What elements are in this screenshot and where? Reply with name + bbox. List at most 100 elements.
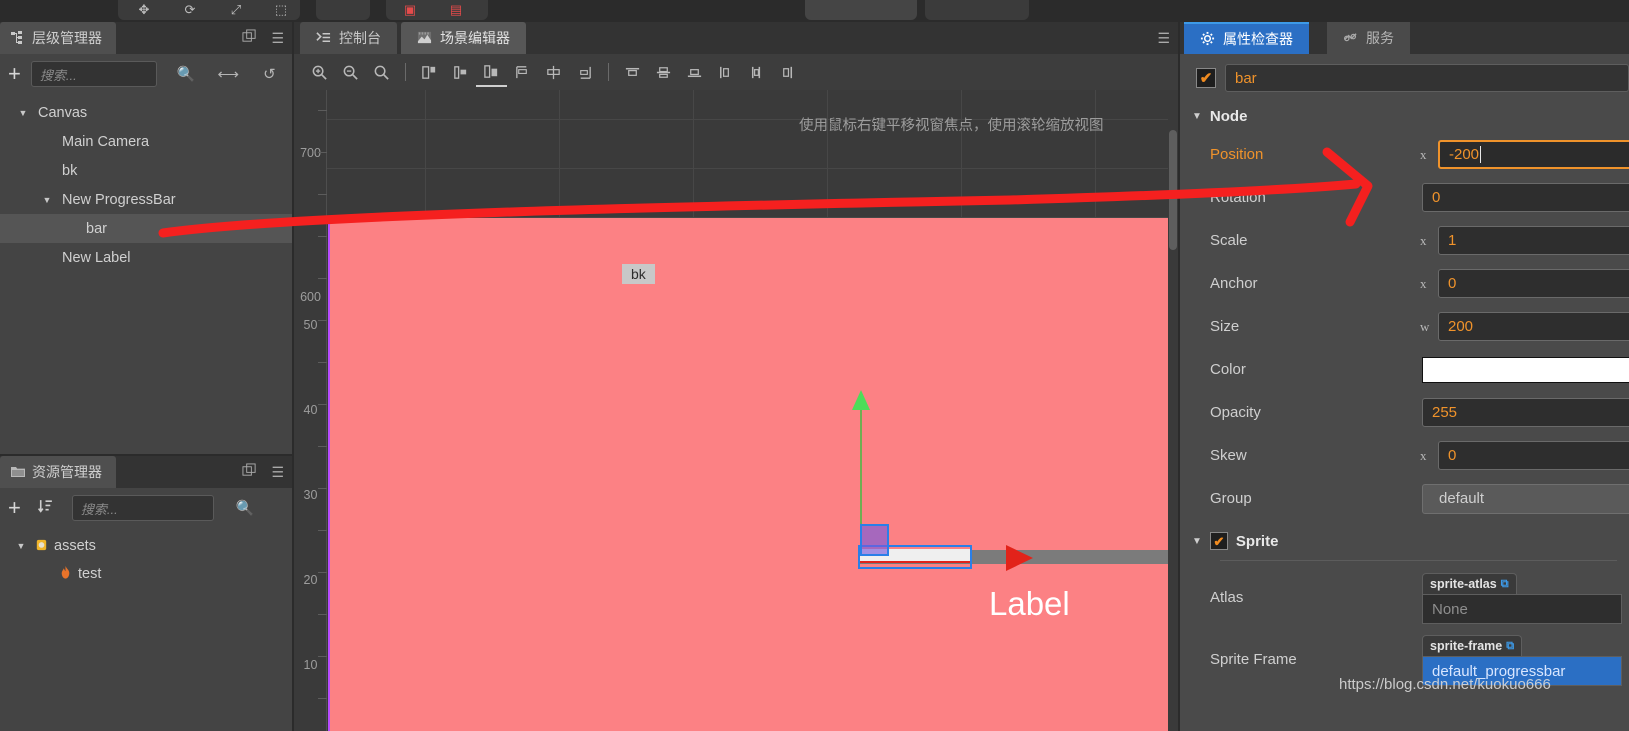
- group-select[interactable]: default: [1422, 483, 1629, 514]
- ruler-tick: [318, 236, 327, 237]
- chevron-down-icon[interactable]: ▼: [40, 195, 54, 205]
- scrollbar-thumb[interactable]: [1169, 130, 1177, 250]
- move-tool-icon[interactable]: ✥: [139, 3, 150, 16]
- viewport-scrollbar[interactable]: [1168, 90, 1178, 731]
- refresh-icon[interactable]: ↺: [263, 65, 276, 83]
- align-left-icon[interactable]: [414, 57, 445, 87]
- tab-console[interactable]: 控制台: [300, 22, 397, 54]
- transform-tool-group[interactable]: ✥ ⟳ ⤢ ⬚: [118, 0, 300, 20]
- property-label: Rotation: [1210, 189, 1266, 206]
- align-bottom-icon[interactable]: [569, 57, 600, 87]
- popout-icon[interactable]: [242, 29, 257, 47]
- asset-picker[interactable]: sprite-atlas ⧉ None: [1422, 573, 1622, 624]
- tab-scene[interactable]: 场景编辑器: [401, 22, 526, 54]
- align-center-h-icon[interactable]: [445, 57, 476, 87]
- hierarchy-search-input[interactable]: 搜索...: [30, 61, 157, 87]
- color-swatch[interactable]: [1422, 356, 1629, 383]
- hierarchy-item-new-label[interactable]: ▼New Label: [0, 243, 292, 272]
- expand-icon[interactable]: ⟷: [218, 65, 240, 83]
- tab-inspector[interactable]: 属性检查器: [1184, 22, 1309, 54]
- property-input[interactable]: 0: [1438, 269, 1629, 298]
- build-button[interactable]: [925, 0, 1029, 20]
- add-asset-button[interactable]: +: [8, 497, 21, 519]
- search-icon[interactable]: 🔍: [236, 499, 255, 517]
- hierarchy-item-canvas[interactable]: ▼ Canvas: [0, 98, 292, 127]
- scale-tool-icon[interactable]: ⤢: [231, 3, 241, 16]
- menu-icon[interactable]: ☰: [271, 30, 284, 47]
- hierarchy-item-bar[interactable]: ▼bar: [0, 214, 292, 243]
- gizmo-move-handle[interactable]: [860, 524, 889, 556]
- align-top-icon[interactable]: [507, 57, 538, 87]
- property-value: 0: [1448, 275, 1457, 292]
- menu-icon[interactable]: ☰: [271, 464, 284, 481]
- property-input[interactable]: 0: [1438, 441, 1629, 470]
- asset-item-assets[interactable]: ▼ assets: [0, 532, 292, 560]
- node-enabled-checkbox[interactable]: ✔: [1196, 68, 1216, 88]
- distribute-bottom-icon[interactable]: [679, 57, 710, 87]
- property-value: 0: [1432, 189, 1441, 206]
- sprite-enabled-checkbox[interactable]: ✔: [1209, 532, 1228, 550]
- open-asset-icon[interactable]: ⧉: [1501, 578, 1509, 591]
- rect-tool-icon[interactable]: ⬚: [275, 3, 287, 16]
- hierarchy-item-bk[interactable]: ▼bk: [0, 156, 292, 185]
- tab-service[interactable]: 服务: [1327, 22, 1410, 54]
- sprite-row-atlas: Atlas sprite-atlas ⧉ None: [1180, 567, 1629, 629]
- preview-icon[interactable]: ▣: [404, 3, 416, 16]
- canvas-node-rect[interactable]: [328, 218, 1174, 731]
- open-asset-icon[interactable]: ⧉: [1506, 640, 1514, 653]
- asset-item-test[interactable]: ▼test: [0, 560, 292, 588]
- search-icon[interactable]: 🔍: [177, 65, 196, 83]
- asset-type-tag: sprite-atlas ⧉: [1422, 573, 1517, 594]
- popout-icon[interactable]: [242, 463, 257, 481]
- hierarchy-item-main-camera[interactable]: ▼Main Camera: [0, 127, 292, 156]
- property-input[interactable]: -200: [1438, 140, 1629, 169]
- check-icon: ✔: [1199, 69, 1213, 87]
- zoom-in-icon[interactable]: [304, 57, 335, 87]
- menu-icon[interactable]: ☰: [1157, 30, 1170, 47]
- gizmo-x-arrow-icon[interactable]: [1006, 545, 1033, 571]
- property-input[interactable]: 0: [1422, 183, 1629, 212]
- hierarchy-item-label: Canvas: [38, 104, 88, 121]
- assets-search-input[interactable]: 搜索...: [71, 495, 214, 521]
- asset-value[interactable]: None: [1422, 594, 1622, 624]
- tab-hierarchy[interactable]: 层级管理器: [0, 22, 116, 54]
- align-right-icon[interactable]: [476, 57, 507, 87]
- chevron-down-icon[interactable]: ▼: [1192, 536, 1202, 547]
- chevron-down-icon[interactable]: ▼: [16, 108, 30, 118]
- distribute-left-icon[interactable]: [710, 57, 741, 87]
- device-icon[interactable]: ▤: [450, 3, 462, 16]
- scene-label-text[interactable]: Label: [989, 585, 1070, 623]
- asset-type-label: sprite-atlas: [1430, 577, 1497, 591]
- distribute-center-icon[interactable]: [741, 57, 772, 87]
- chevron-down-icon[interactable]: ▼: [14, 541, 28, 551]
- node-section-header[interactable]: ▼ Node: [1180, 102, 1629, 133]
- scene-viewport[interactable]: bk 使用鼠标右键平移视窗焦点，使用滚轮缩放视图 Label 700 600 50 4…: [294, 90, 1178, 731]
- align-middle-v-icon[interactable]: [538, 57, 569, 87]
- ruler-tick: [318, 110, 327, 111]
- distribute-middle-icon[interactable]: [648, 57, 679, 87]
- tab-assets-label: 资源管理器: [32, 464, 102, 480]
- window-tool-a[interactable]: [316, 0, 370, 20]
- rotate-tool-icon[interactable]: ⟳: [185, 3, 196, 16]
- zoom-reset-icon[interactable]: [366, 57, 397, 87]
- ruler-tick-label: 30: [303, 488, 318, 502]
- bk-node-badge[interactable]: bk: [622, 264, 655, 284]
- platform-select[interactable]: [805, 0, 917, 20]
- ruler-tick: [318, 152, 327, 153]
- distribute-top-icon[interactable]: [617, 57, 648, 87]
- zoom-out-icon[interactable]: [335, 57, 366, 87]
- node-name-input[interactable]: bar: [1225, 64, 1629, 92]
- property-input[interactable]: 1: [1438, 226, 1629, 255]
- play-tool-group[interactable]: ▣ ▤: [386, 0, 488, 20]
- add-node-button[interactable]: +: [8, 63, 21, 85]
- sort-icon[interactable]: [37, 498, 54, 519]
- hierarchy-item-new-progressbar[interactable]: ▼ New ProgressBar: [0, 185, 292, 214]
- sprite-section-header[interactable]: ▼ ✔ Sprite: [1180, 526, 1629, 558]
- property-input[interactable]: 200: [1438, 312, 1629, 341]
- gizmo-y-arrow-icon[interactable]: [852, 390, 870, 410]
- property-input[interactable]: 255: [1422, 398, 1629, 427]
- chevron-down-icon[interactable]: ▼: [1192, 111, 1202, 122]
- tab-assets[interactable]: 资源管理器: [0, 456, 116, 488]
- distribute-right-icon[interactable]: [772, 57, 803, 87]
- property-value: 255: [1432, 404, 1458, 421]
